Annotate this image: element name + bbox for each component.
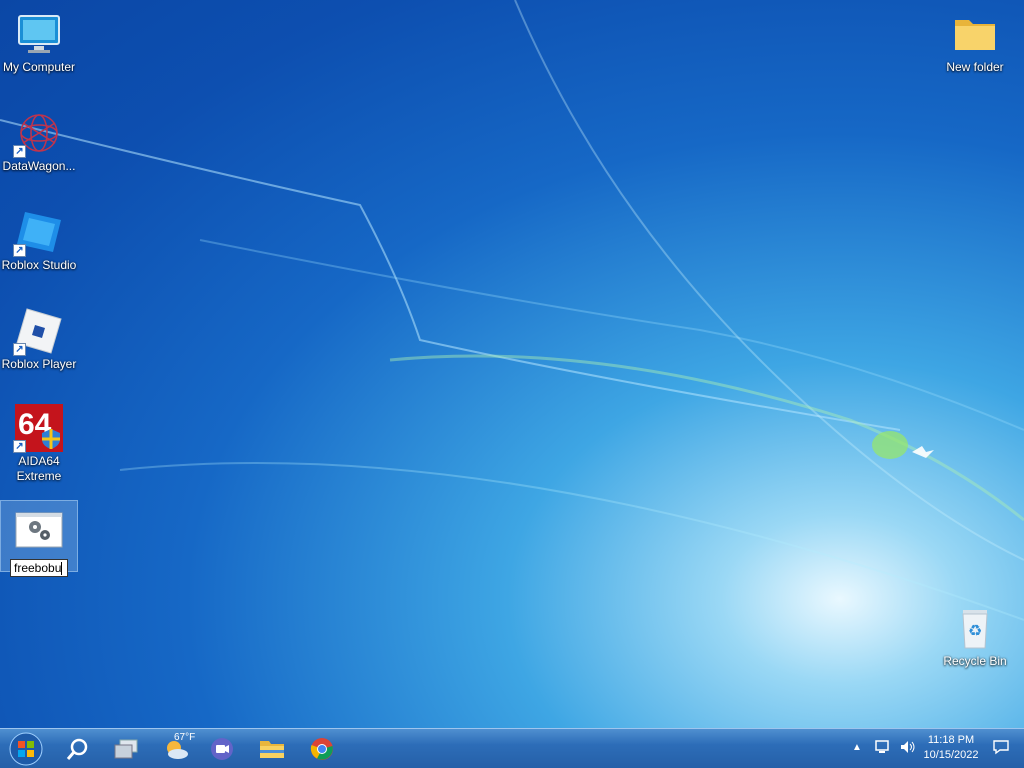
desktop-icon-label: Roblox Studio: [1, 258, 77, 272]
task-view-button[interactable]: [106, 733, 146, 765]
shortcut-arrow-icon: ↗: [13, 440, 26, 453]
monitor-icon: [15, 10, 63, 58]
desktop-icon-label: Roblox Player: [1, 357, 77, 371]
shortcut-arrow-icon: ↗: [13, 343, 26, 356]
desktop-icon-new-folder[interactable]: New folder: [936, 4, 1014, 75]
volume-icon[interactable]: [899, 739, 917, 758]
desktop-icon-label: My Computer: [2, 60, 76, 74]
desktop-icon-datawagon[interactable]: ↗ DataWagon...: [0, 103, 78, 174]
desktop-icon-label: AIDA64 Extreme: [16, 454, 62, 483]
network-icon[interactable]: [874, 739, 892, 758]
svg-text:♻: ♻: [968, 621, 982, 640]
desktop-icon-freebobu[interactable]: freebobu: [0, 500, 78, 578]
file-explorer-icon: [260, 741, 284, 758]
desktop-icon-label: Recycle Bin: [943, 654, 1007, 668]
desktop-icon-label: DataWagon...: [2, 159, 76, 173]
chrome-icon: [310, 738, 333, 760]
weather-temp: 67°F: [174, 732, 196, 743]
notification-icon[interactable]: [992, 739, 1010, 758]
aida64-icon: 64 ↗: [13, 404, 63, 453]
shortcut-arrow-icon: ↗: [13, 244, 26, 257]
video-call-icon: [211, 738, 233, 760]
chrome-button[interactable]: [302, 733, 342, 765]
datawagon-icon: ↗: [13, 109, 63, 158]
desktop-icon-my-computer[interactable]: My Computer: [0, 4, 78, 75]
folder-icon: [951, 10, 999, 58]
taskbar: 67°F ▲ 11:18 PM 10/15/2022: [0, 728, 1024, 768]
settings-file-icon: [15, 507, 63, 555]
windows-start-icon: [9, 732, 43, 766]
rename-input[interactable]: freebobu: [10, 559, 68, 578]
recycle-bin-icon: ♻: [951, 604, 999, 652]
desktop-wallpaper: [0, 0, 1024, 621]
desktop-icon-recycle-bin[interactable]: ♻ Recycle Bin: [936, 598, 1014, 669]
weather-button[interactable]: 67°F: [156, 732, 196, 765]
search-icon: [66, 738, 88, 760]
chevron-up-icon[interactable]: ▲: [852, 742, 862, 753]
system-clock[interactable]: 11:18 PM 10/15/2022: [916, 733, 986, 763]
desktop-icon-aida64[interactable]: 64 ↗ AIDA64 Extreme: [0, 398, 78, 484]
file-explorer-button[interactable]: [252, 733, 292, 765]
desktop-icon-roblox-studio[interactable]: ↗ Roblox Studio: [0, 202, 78, 273]
task-view-icon: [114, 739, 138, 759]
text-caret: [61, 562, 63, 576]
desktop-icon-label: New folder: [946, 60, 1004, 74]
clock-date: 10/15/2022: [923, 749, 979, 761]
roblox-studio-icon: ↗: [13, 208, 63, 257]
video-call-button[interactable]: [202, 733, 242, 765]
desktop-icon-roblox-player[interactable]: ↗ Roblox Player: [0, 301, 78, 372]
search-button[interactable]: [58, 733, 98, 765]
shortcut-arrow-icon: ↗: [13, 145, 26, 158]
roblox-player-icon: ↗: [13, 307, 63, 356]
clock-time: 11:18 PM: [927, 734, 975, 746]
start-button[interactable]: [6, 732, 46, 766]
